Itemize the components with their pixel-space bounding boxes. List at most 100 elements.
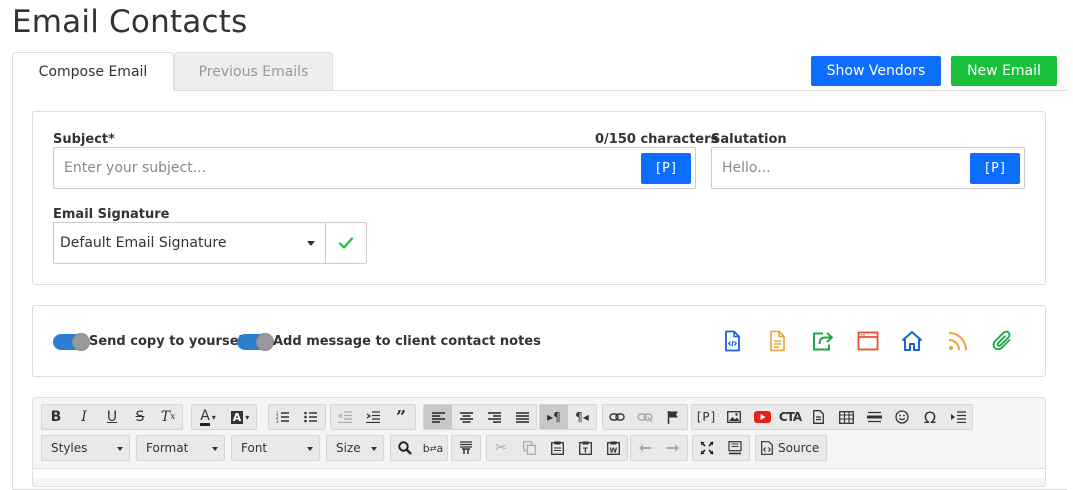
image-icon[interactable] [720,405,748,429]
anchor-flag-icon[interactable] [659,405,687,429]
source-button[interactable]: Source [761,441,819,455]
bulleted-list-icon[interactable] [297,405,325,429]
copy-icon[interactable] [515,436,543,460]
page-title: Email Contacts [12,4,248,40]
svg-text:W: W [609,447,617,455]
undo-icon[interactable] [631,436,659,460]
links-group [602,404,688,430]
list-group: 123 [268,404,326,430]
format-combo-label: Format [146,441,189,455]
cta-icon[interactable]: CTA [776,405,804,429]
align-group [423,404,537,430]
paste-icon[interactable] [543,436,571,460]
source-label: Source [778,441,820,455]
salutation-input[interactable] [712,148,967,188]
remove-format-icon[interactable]: Tx [154,405,182,429]
send-copy-toggle[interactable] [53,333,90,351]
rss-icon[interactable] [946,329,970,353]
justify-icon[interactable] [508,405,536,429]
send-copy-label: Send copy to yourself [89,334,249,349]
underline-button[interactable]: U [98,405,126,429]
indent-group: ” [330,404,416,430]
add-note-toggle[interactable] [237,333,274,351]
align-left-icon[interactable] [424,405,452,429]
subject-placeholder-button[interactable]: [P] [641,153,691,184]
basic-styles-group: B I U S Tx [41,404,183,430]
ltr-icon[interactable]: ▸¶ [540,405,568,429]
checkmark-icon [338,237,354,249]
cut-icon[interactable]: ✂ [487,436,515,460]
outdent-icon[interactable] [331,405,359,429]
background-color-button[interactable]: A ▾ [224,405,256,429]
align-right-icon[interactable] [480,405,508,429]
find-group: b ⇄ a [390,435,448,461]
new-email-button[interactable]: New Email [951,56,1057,86]
salutation-field: [P] [711,147,1025,189]
salutation-label: Salutation [711,132,787,147]
colors-group: A ▾ A ▾ [191,404,257,430]
template-icon[interactable] [804,405,832,429]
horizontal-rule-icon[interactable] [860,405,888,429]
font-combo[interactable]: Font [231,435,320,461]
salutation-placeholder-button[interactable]: [P] [970,153,1020,184]
svg-text:3: 3 [276,419,279,423]
share-icon[interactable] [810,329,834,353]
svg-text:T: T [583,447,588,455]
blockquote-icon[interactable]: ” [387,405,415,429]
bold-button[interactable]: B [42,405,70,429]
placeholder-icon[interactable]: [P] [692,405,720,429]
special-char-icon[interactable]: Ω [916,405,944,429]
chevron-down-icon [371,447,377,451]
find-icon[interactable] [391,436,419,460]
maximize-icon[interactable] [693,436,721,460]
email-signature-select[interactable]: Default Email Signature [53,222,326,264]
font-combo-label: Font [241,441,268,455]
paperclip-icon[interactable] [991,329,1015,353]
page-break-icon[interactable] [944,405,972,429]
paste-text-icon[interactable]: T [571,436,599,460]
browser-window-icon[interactable] [856,329,880,353]
subject-input[interactable] [54,148,639,188]
chevron-down-icon [307,447,313,451]
table-icon[interactable] [832,405,860,429]
view-group [692,435,750,461]
direction-group: ▸¶ ¶◂ [539,404,597,430]
align-center-icon[interactable] [452,405,480,429]
link-icon[interactable] [603,405,631,429]
format-combo[interactable]: Format [136,435,225,461]
numbered-list-icon[interactable]: 123 [269,405,297,429]
subject-field: [P] [53,147,696,189]
subject-label: Subject* [53,132,115,147]
show-blocks-icon[interactable] [721,436,749,460]
add-note-label: Add message to client contact notes [273,334,541,349]
source-group: Source [755,435,828,461]
unlink-icon[interactable] [631,405,659,429]
indent-icon[interactable] [359,405,387,429]
styles-combo-label: Styles [51,441,88,455]
history-group [630,435,688,461]
text-color-button[interactable]: A ▾ [192,405,224,429]
redo-icon[interactable] [659,436,687,460]
apply-signature-button[interactable] [325,222,367,264]
strikethrough-button[interactable]: S [126,405,154,429]
replace-icon[interactable]: b ⇄ a [419,436,447,460]
chevron-down-icon [212,447,218,451]
size-combo-label: Size [336,441,361,455]
document-icon[interactable] [765,329,789,353]
smiley-icon[interactable] [888,405,916,429]
editor-content-area[interactable] [33,468,1045,478]
paste-word-icon[interactable]: W [599,436,627,460]
styles-combo[interactable]: Styles [41,435,130,461]
email-signature-value: Default Email Signature [60,235,227,251]
size-combo[interactable]: Size [326,435,384,461]
youtube-icon[interactable] [748,405,776,429]
show-vendors-button[interactable]: Show Vendors [811,56,941,86]
code-file-icon[interactable] [720,329,744,353]
tab-compose-email[interactable]: Compose Email [12,52,174,91]
rtl-icon[interactable]: ¶◂ [568,405,596,429]
italic-button[interactable]: I [70,405,98,429]
home-icon[interactable] [900,329,924,353]
insert-group: [P] CTA Ω [691,404,973,430]
tab-previous-emails[interactable]: Previous Emails [174,52,333,91]
paragraph-format-icon[interactable] [452,436,480,460]
